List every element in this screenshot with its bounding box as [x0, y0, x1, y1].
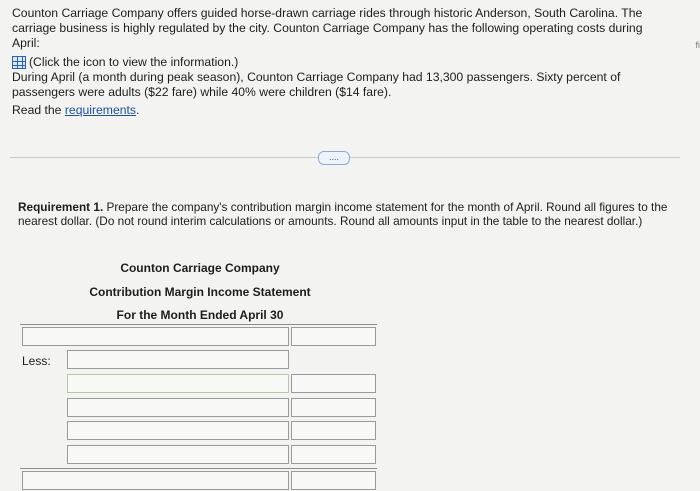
less-row5-label-input[interactable] [67, 445, 289, 464]
less-row3-amount-input[interactable] [291, 398, 376, 417]
less-row2-amount-input[interactable] [291, 374, 376, 393]
row1-amount-input[interactable] [291, 327, 376, 346]
problem-intro: Counton Carriage Company offers guided h… [12, 6, 672, 118]
statement-title: Contribution Margin Income Statement [89, 285, 311, 299]
read-prefix: Read the [12, 103, 65, 117]
passenger-paragraph: During April (a month during peak season… [12, 70, 621, 99]
less-row3-label-input[interactable] [67, 398, 289, 417]
info-icon-line[interactable]: (Click the icon to view the information.… [12, 55, 672, 70]
total-rule [20, 468, 377, 469]
company-name: Counton Carriage Company [120, 261, 280, 275]
read-requirements-line: Read the requirements. [12, 103, 672, 118]
intro-paragraph: Counton Carriage Company offers guided h… [12, 6, 643, 50]
less-label: Less: [22, 354, 51, 368]
requirement-label: Requirement 1. [18, 200, 104, 214]
total-amount-input[interactable] [291, 471, 376, 490]
row1-label-input[interactable] [22, 327, 289, 346]
less-row4-amount-input[interactable] [291, 421, 376, 440]
info-icon-text[interactable]: (Click the icon to view the information.… [29, 55, 238, 70]
less-row4-label-input[interactable] [67, 421, 289, 440]
total-label-input[interactable] [22, 471, 289, 490]
read-suffix: . [136, 103, 140, 117]
table-grid-icon[interactable] [12, 56, 26, 69]
expand-button[interactable]: .... [318, 151, 350, 165]
less-row5-amount-input[interactable] [291, 445, 376, 464]
requirements-link[interactable]: requirements [65, 103, 136, 117]
edge-fragment: fi [695, 40, 700, 50]
requirement-1: Requirement 1. Prepare the company's con… [18, 200, 668, 228]
requirement-text: Prepare the company's contribution margi… [18, 200, 668, 228]
less-row1-label-input[interactable] [67, 350, 289, 369]
less-row2-label-input[interactable] [67, 374, 289, 393]
statement-period: For the Month Ended April 30 [116, 308, 284, 322]
header-rule [20, 324, 377, 325]
